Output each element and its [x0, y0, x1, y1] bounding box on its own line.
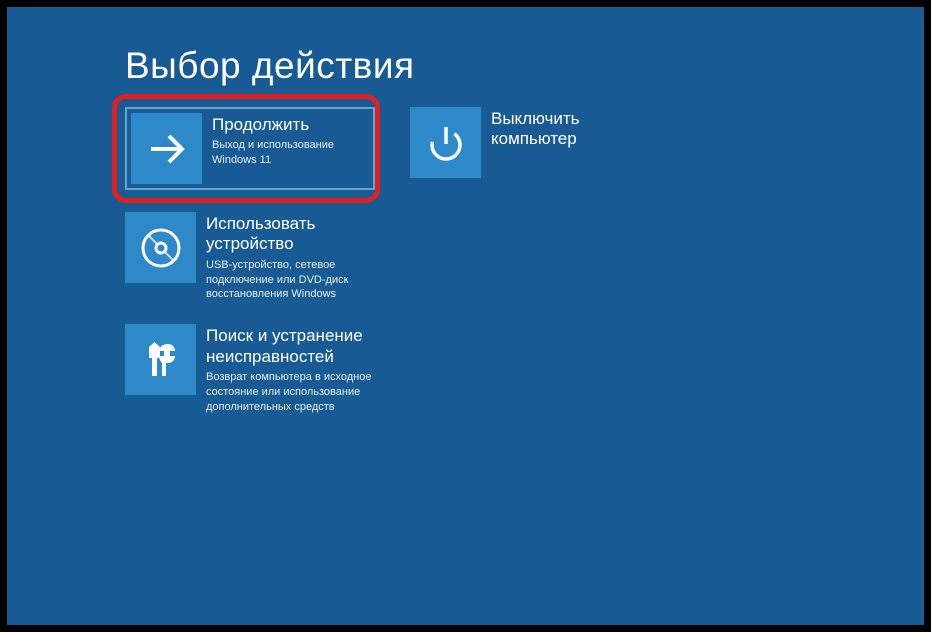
troubleshoot-tile-title: Поиск и устранение неисправностей — [206, 326, 384, 367]
shutdown-tile-title: Выключить компьютер — [491, 109, 601, 150]
troubleshoot-tile-subtitle: Возврат компьютера в исходное состояние … — [206, 370, 384, 415]
power-icon — [410, 107, 481, 178]
tiles-row-1: Продолжить Выход и использование Windows… — [125, 107, 924, 190]
page-title: Выбор действия — [125, 45, 924, 87]
shutdown-tile[interactable]: Выключить компьютер — [410, 107, 601, 190]
troubleshoot-tile[interactable]: Поиск и устранение неисправностей Возвра… — [125, 324, 924, 414]
continue-tile-title: Продолжить — [212, 115, 377, 135]
recovery-screen: Выбор действия Продолжить Выход и исполь… — [7, 7, 924, 625]
tools-icon — [125, 324, 196, 395]
disc-icon — [125, 212, 196, 283]
use-device-tile[interactable]: Использовать устройство USB-устройство, … — [125, 212, 924, 302]
use-device-tile-title: Использовать устройство — [206, 214, 384, 255]
continue-tile-subtitle: Выход и использование Windows 11 — [212, 138, 377, 168]
arrow-right-icon — [131, 113, 202, 184]
use-device-tile-subtitle: USB-устройство, сетевое подключение или … — [206, 258, 384, 303]
continue-tile[interactable]: Продолжить Выход и использование Windows… — [125, 107, 375, 190]
continue-tile-wrapper: Продолжить Выход и использование Windows… — [125, 107, 375, 190]
tiles-column: Использовать устройство USB-устройство, … — [125, 212, 924, 415]
